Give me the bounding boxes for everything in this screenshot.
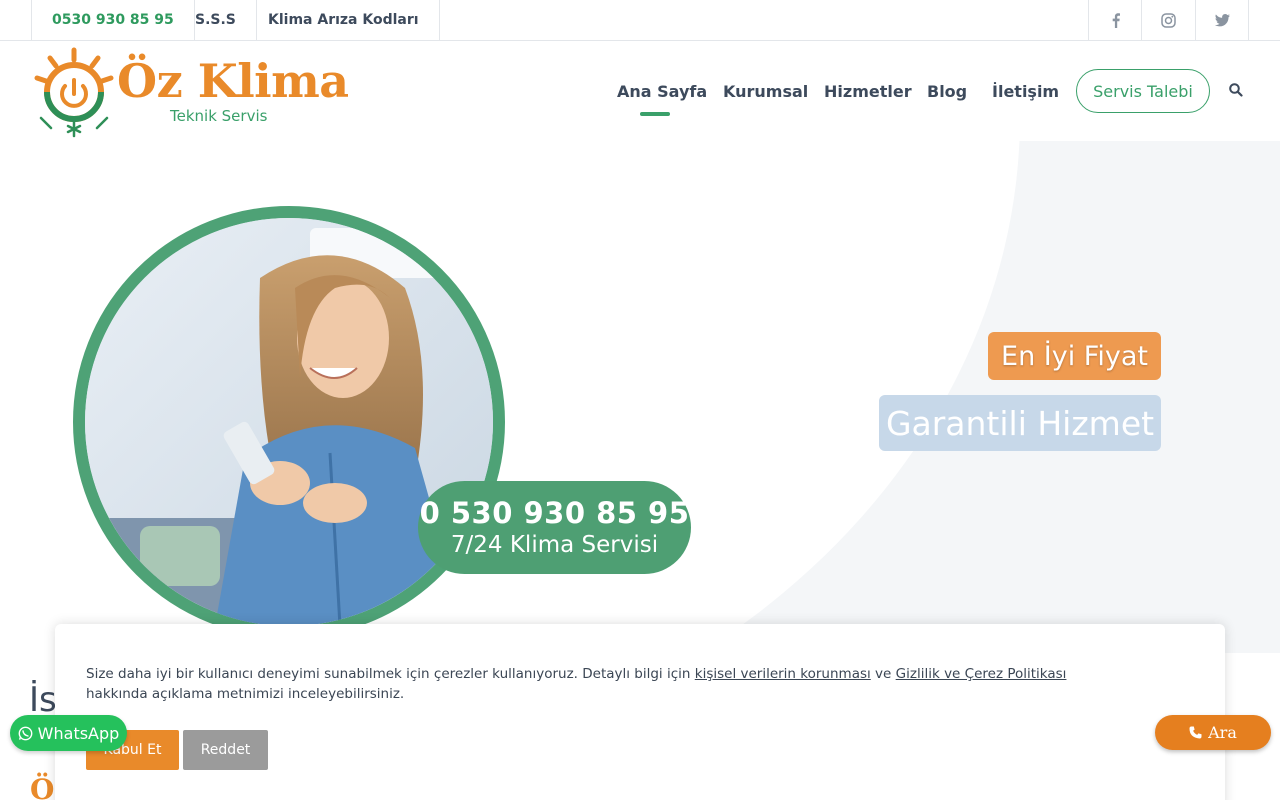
topbar-phone-link[interactable]: 0530 930 85 95 (31, 0, 195, 40)
whatsapp-label: WhatsApp (37, 723, 120, 743)
cookie-banner: Size daha iyi bir kullanıcı deneyimi sun… (55, 624, 1225, 800)
nav-active-indicator (640, 112, 670, 116)
logo[interactable]: Öz Klima Teknik Servis (33, 46, 349, 138)
nav-services[interactable]: Hizmetler (824, 41, 912, 141)
nav-corporate[interactable]: Kurumsal (723, 41, 808, 141)
instagram-icon[interactable] (1141, 0, 1195, 40)
cookie-text-part: hakkında açıklama metnimizi inceleyebili… (86, 686, 405, 702)
hero-section: 0 530 930 85 95 7/24 Klima Servisi En İy… (0, 141, 1280, 653)
cookie-text-part: ve (870, 666, 896, 682)
cookie-policy-link[interactable]: Gizlilik ve Çerez Politikası (896, 666, 1067, 682)
cookie-text: Size daha iyi bir kullanıcı deneyimi sun… (86, 664, 1126, 704)
call-button[interactable]: Ara (1155, 715, 1271, 750)
nav-contact[interactable]: İletişim (992, 41, 1059, 141)
twitter-icon[interactable] (1195, 0, 1249, 40)
hero-photo (73, 206, 505, 638)
topbar-error-codes-link[interactable]: Klima Arıza Kodları (248, 0, 440, 40)
logo-subtitle: Teknik Servis (170, 107, 268, 125)
section-heading: İs (29, 680, 57, 720)
site-header: Öz Klima Teknik Servis Ana Sayfa Kurumsa… (0, 41, 1280, 141)
topbar-faq-link[interactable]: S.S.S (175, 0, 257, 40)
logo-title: Öz Klima (117, 54, 349, 108)
privacy-data-link[interactable]: kişisel verilerin korunması (695, 666, 871, 682)
facebook-icon[interactable] (1088, 0, 1142, 40)
nav-home[interactable]: Ana Sayfa (617, 41, 707, 141)
phone-icon (1189, 726, 1202, 739)
logo-emblem (34, 47, 114, 138)
whatsapp-button[interactable]: WhatsApp (10, 715, 127, 751)
call-label: Ara (1208, 723, 1237, 742)
service-request-button[interactable]: Servis Talebi (1076, 69, 1210, 113)
nav-blog[interactable]: Blog (927, 41, 967, 141)
hero-phone-badge[interactable]: 0 530 930 85 95 7/24 Klima Servisi (418, 481, 691, 574)
hero-phone-subtitle: 7/24 Klima Servisi (450, 531, 659, 558)
whatsapp-icon (18, 726, 33, 740)
guaranteed-service-badge: Garantili Hizmet (879, 395, 1161, 451)
cookie-reject-button[interactable]: Reddet (183, 730, 268, 770)
top-bar: 0530 930 85 95 S.S.S Klima Arıza Kodları (0, 0, 1280, 41)
best-price-badge: En İyi Fiyat (988, 332, 1161, 380)
cookie-text-part: Size daha iyi bir kullanıcı deneyimi sun… (86, 666, 695, 682)
hero-phone-number: 0 530 930 85 95 (419, 495, 690, 530)
search-icon[interactable] (1229, 82, 1245, 98)
